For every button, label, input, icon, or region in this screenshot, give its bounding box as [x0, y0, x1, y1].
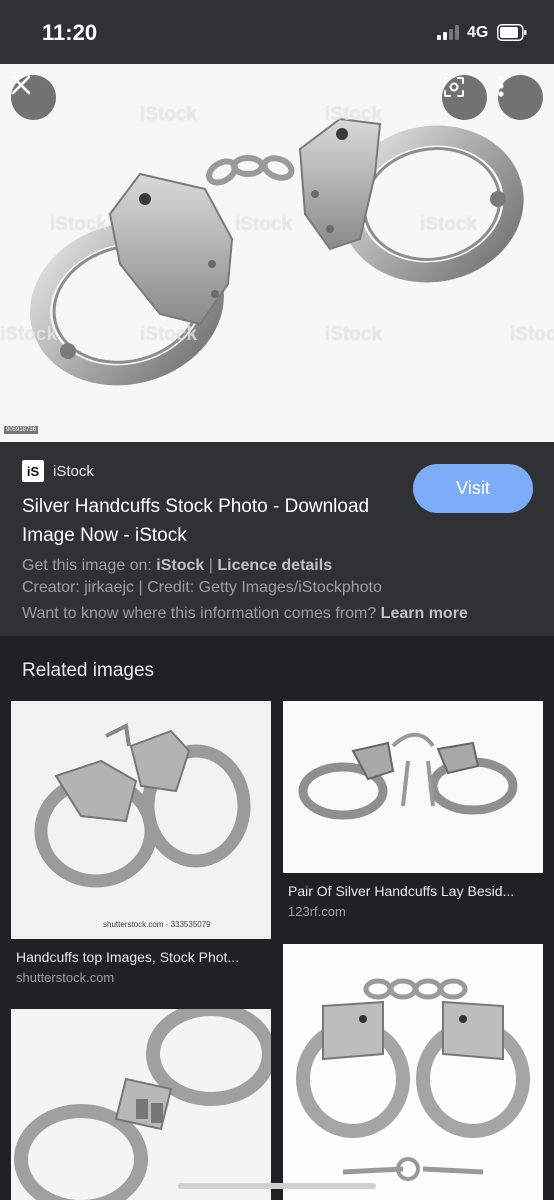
related-thumbnail: [283, 944, 543, 1200]
handcuffs-image: [30, 117, 524, 386]
watermark: iStock: [420, 214, 478, 235]
learn-more-link[interactable]: Learn more: [381, 605, 468, 622]
info-question: Want to know where this information come…: [22, 605, 377, 622]
related-image-card[interactable]: [11, 1009, 271, 1200]
watermark: iStock: [140, 104, 198, 125]
get-image-source-link[interactable]: iStock: [156, 557, 204, 574]
handcuffs-thumbnail: [296, 978, 530, 1181]
credits-line: Creator: jirkaejc | Credit: Getty Images…: [22, 579, 382, 596]
related-thumbnail: [283, 701, 543, 873]
related-image-source: 123rf.com: [288, 904, 346, 919]
watermark: iStock: [510, 324, 554, 345]
related-thumbnail: shutterstock.com · 333535079: [11, 701, 271, 939]
image-id: 905918736: [4, 426, 39, 434]
status-time: 11:20: [42, 20, 98, 45]
close-button[interactable]: [11, 75, 56, 120]
istock-logo: iS: [22, 460, 44, 482]
handcuffs-thumbnail: [14, 1009, 271, 1200]
related-images-section: Related images shutterstock.com · 333535…: [0, 636, 554, 1200]
source-name[interactable]: iStock: [53, 463, 94, 480]
lens-icon: [444, 77, 464, 97]
related-image-card[interactable]: shutterstock.com · 333535079 Handcuffs t…: [11, 701, 271, 991]
watermark: iStock: [235, 214, 293, 235]
related-image-card[interactable]: Pair Of Silver Handcuffs Lay Besid... 12…: [283, 701, 543, 926]
status-bar: 11:20 4G: [0, 0, 554, 64]
more-vert-icon: [498, 75, 504, 97]
image-viewer-screen: 11:20 4G iStock iStock iStock iStock iSt…: [0, 0, 554, 1200]
result-title[interactable]: Silver Handcuffs Stock Photo - Download …: [22, 492, 402, 550]
watermark: iStock: [0, 324, 58, 345]
related-image-title: Handcuffs top Images, Stock Phot...: [16, 949, 240, 965]
get-image-prefix: Get this image on:: [22, 557, 152, 574]
watermark: iStock: [140, 324, 198, 345]
handcuffs-thumbnail: [298, 732, 518, 820]
main-image[interactable]: iStock iStock iStock iStock iStock iStoc…: [0, 64, 554, 442]
watermark: iStock: [325, 104, 383, 125]
close-icon: [11, 75, 31, 95]
related-image-card[interactable]: [283, 944, 543, 1200]
result-info: iS iStock Silver Handcuffs Stock Photo -…: [0, 442, 554, 636]
signal-icon: [437, 25, 461, 40]
get-image-line: Get this image on: iStock | Licence deta…: [22, 557, 332, 575]
watermark: iStock: [50, 214, 108, 235]
home-indicator[interactable]: [178, 1183, 376, 1189]
visit-button[interactable]: Visit: [413, 464, 533, 513]
battery-icon: [497, 24, 527, 41]
info-source-line: Want to know where this information come…: [22, 605, 468, 623]
related-thumbnail: [11, 1009, 271, 1200]
separator: |: [208, 557, 213, 574]
related-images-heading: Related images: [22, 660, 155, 681]
lens-button[interactable]: [442, 75, 487, 120]
more-options-button[interactable]: [498, 75, 543, 120]
related-image-source: shutterstock.com: [16, 970, 115, 985]
thumbnail-caption: shutterstock.com · 333535079: [103, 920, 211, 929]
network-type: 4G: [467, 24, 489, 41]
licence-details-link[interactable]: Licence details: [217, 557, 332, 574]
handcuffs-thumbnail: [34, 722, 251, 888]
watermark: iStock: [325, 324, 383, 345]
related-image-title: Pair Of Silver Handcuffs Lay Besid...: [288, 883, 515, 899]
